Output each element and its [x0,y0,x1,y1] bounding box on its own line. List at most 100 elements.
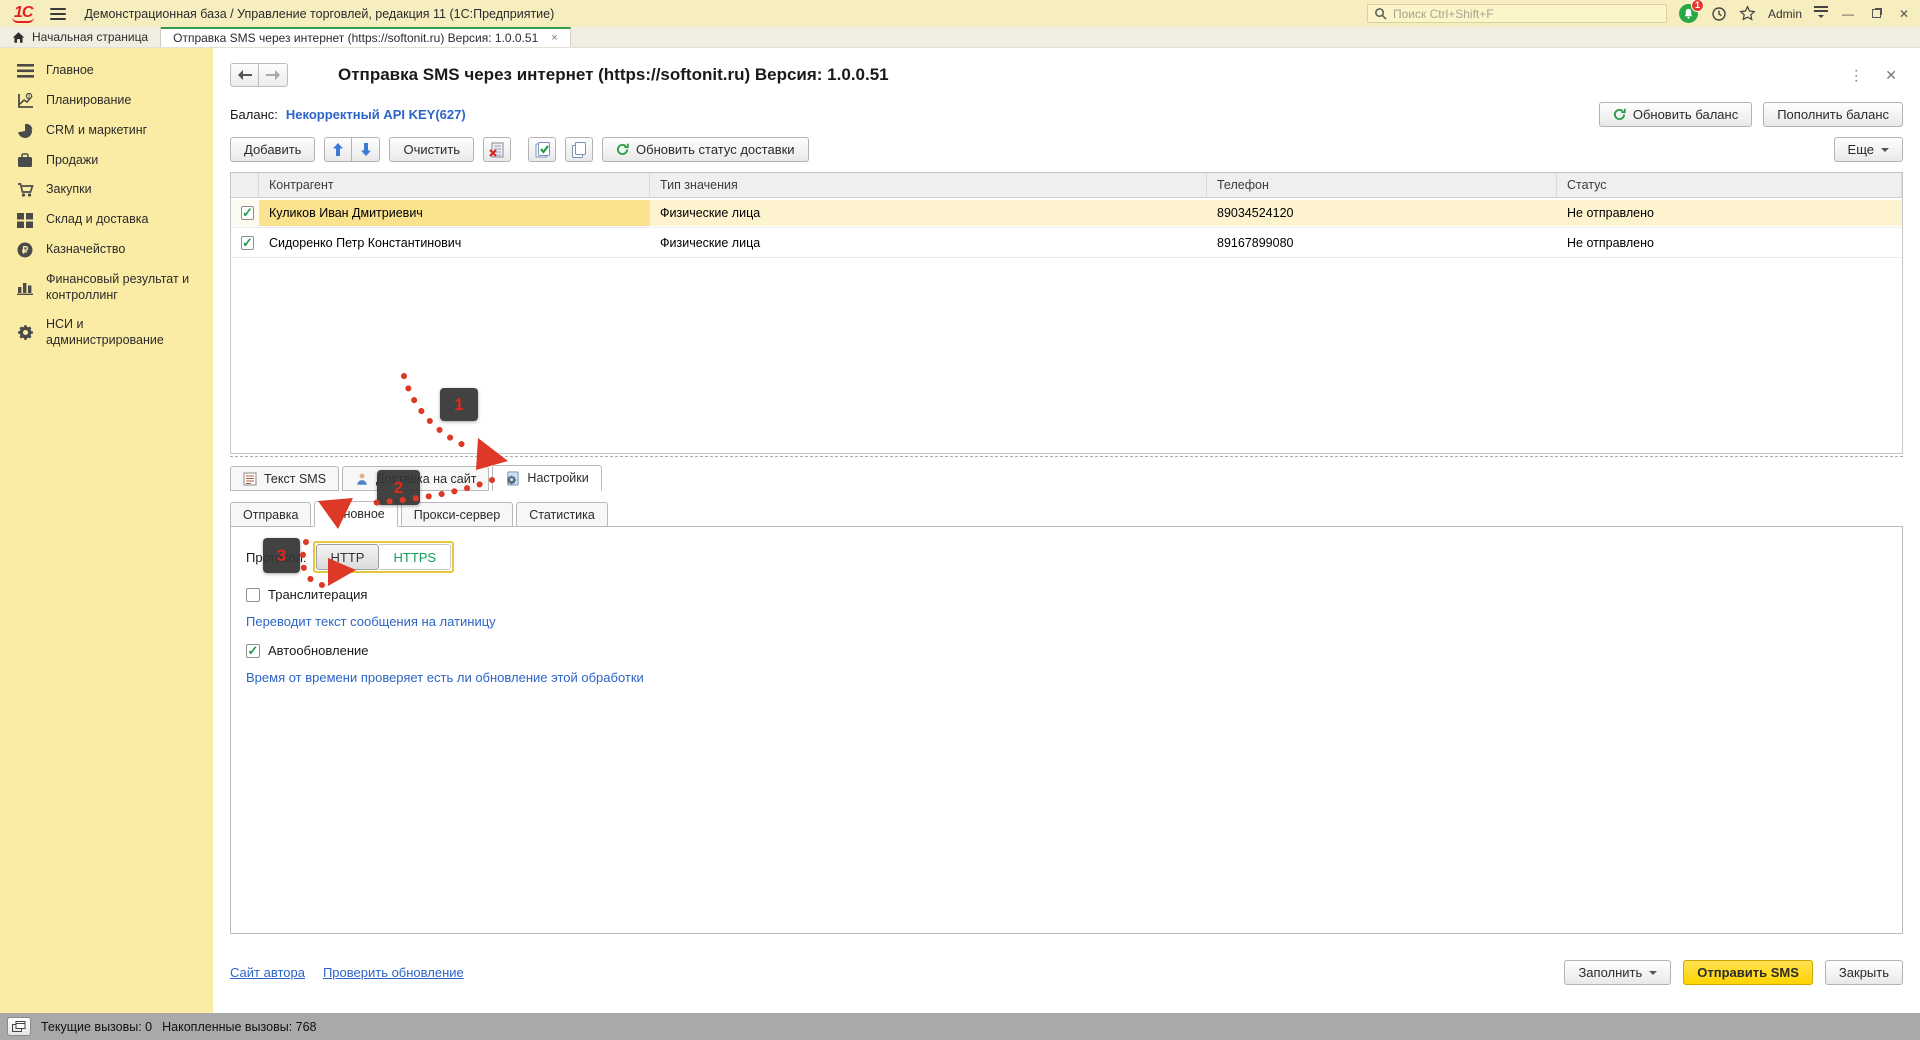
move-up-button[interactable] [324,137,352,162]
grid-icon [16,213,34,228]
cart-icon [16,182,34,198]
sidebar-item-sales[interactable]: Продажи [0,146,213,176]
add-button[interactable]: Добавить [230,137,315,162]
briefcase-icon [16,153,34,168]
tab-home[interactable]: Начальная страница [0,27,161,47]
sidebar-item-crm[interactable]: CRM и маркетинг [0,116,213,146]
service-menu-icon[interactable] [1814,6,1828,21]
check-all-button[interactable] [528,137,556,162]
forward-button[interactable] [259,63,288,87]
minimize-button[interactable]: — [1840,7,1856,21]
sidebar-item-main[interactable]: Главное [0,56,213,86]
autoupdate-hint: Время от времени проверяет есть ли обнов… [246,670,1902,685]
sidebar-item-purchases[interactable]: Закупки [0,175,213,205]
protocol-http-button[interactable]: HTTP [316,544,380,570]
header-checkbox-col [231,173,259,197]
ruble-icon: ₽ [16,242,34,258]
header-value-type[interactable]: Тип значения [650,173,1207,197]
sidebar-item-admin[interactable]: НСИ и администрирование [0,310,213,355]
check-update-link[interactable]: Проверить обновление [323,965,464,980]
move-down-button[interactable] [352,137,380,162]
sidebar-item-finresult[interactable]: Финансовый результат и контроллинг [0,265,213,310]
header-phone[interactable]: Телефон [1207,173,1557,197]
restore-button[interactable] [1868,7,1884,21]
copy-pages-icon [571,142,587,158]
open-windows-tabbar: Начальная страница Отправка SMS через ин… [0,27,1920,48]
author-site-link[interactable]: Сайт автора [230,965,305,980]
transliteration-hint: Переводит текст сообщения на латиницу [246,614,1902,629]
favorites-star-icon[interactable] [1739,5,1756,22]
annotation-step-1: 1 [440,388,478,421]
tab-text-sms[interactable]: Текст SMS [230,466,339,491]
more-menu-icon[interactable]: ⋮ [1849,67,1863,84]
form-tabs: Текст SMS Доставка на сайт Настройки [230,465,1903,491]
main-menu-icon[interactable] [50,8,66,20]
transliteration-checkbox[interactable] [246,588,260,602]
row-checkbox[interactable] [241,206,254,220]
app-title: Демонстрационная база / Управление торго… [84,7,554,21]
splitter-handle[interactable] [230,456,1903,457]
calls-indicator-button[interactable] [7,1017,31,1036]
menu-icon [16,64,34,78]
current-calls: Текущие вызовы: 0 [41,1020,152,1034]
notification-badge: 1 [1691,0,1704,12]
uncheck-all-button[interactable] [565,137,593,162]
close-window-button[interactable]: ✕ [1896,7,1912,21]
global-search-input[interactable]: Поиск Ctrl+Shift+F [1367,4,1667,23]
notifications-button[interactable]: 1 [1679,4,1699,24]
tab-close-icon[interactable]: × [551,32,557,44]
table-row[interactable]: Сидоренко Петр Константинович Физические… [231,228,1902,258]
header-contragent[interactable]: Контрагент [259,173,650,197]
subtab-proxy[interactable]: Прокси-сервер [401,502,513,527]
1c-logo-icon: 1С [12,5,34,23]
send-sms-button[interactable]: Отправить SMS [1683,960,1813,985]
bar-chart-icon [16,280,34,295]
search-placeholder: Поиск Ctrl+Shift+F [1393,7,1494,21]
tab-settings[interactable]: Настройки [492,465,601,491]
table-row[interactable]: Куликов Иван Дмитриевич Физические лица … [231,198,1902,228]
user-name[interactable]: Admin [1768,7,1802,21]
top-bar: 1С Демонстрационная база / Управление то… [0,0,1920,27]
row-checkbox[interactable] [241,236,254,250]
refresh-delivery-status-button[interactable]: Обновить статус доставки [602,137,809,162]
sidebar-item-treasury[interactable]: ₽ Казначейство [0,235,213,265]
close-form-icon[interactable]: ✕ [1885,67,1897,84]
transliteration-label: Транслитерация [268,587,367,602]
person-icon [355,472,369,486]
gear-icon [16,324,34,341]
table-header: Контрагент Тип значения Телефон Статус [231,173,1902,198]
more-button[interactable]: Еще [1834,137,1903,162]
chevron-down-icon [1649,971,1657,979]
autoupdate-label: Автообновление [268,643,369,658]
sections-sidebar: Главное 9 Планирование CRM и маркетинг П… [0,48,213,1013]
annotation-step-2: 2 [377,470,420,505]
delete-rows-button[interactable] [483,137,511,162]
fill-button[interactable]: Заполнить [1564,960,1671,985]
table-delete-icon [489,142,505,158]
planning-chart-icon: 9 [16,93,34,109]
protocol-https-button[interactable]: HTTPS [379,544,451,570]
autoupdate-checkbox[interactable] [246,644,260,658]
history-icon[interactable] [1711,6,1727,22]
status-bar: Текущие вызовы: 0 Накопленные вызовы: 76… [0,1013,1920,1040]
protocol-switch: HTTP HTTPS [313,541,455,573]
arrow-down-icon [360,143,372,156]
subtab-sending[interactable]: Отправка [230,502,311,527]
tab-sms-form[interactable]: Отправка SMS через интернет (https://sof… [161,27,571,47]
refresh-balance-button[interactable]: Обновить баланс [1599,102,1752,127]
accumulated-calls: Накопленные вызовы: 768 [162,1020,316,1034]
settings-panel: Протокол: HTTP HTTPS Транслитерация Пере… [230,526,1903,934]
sidebar-item-warehouse[interactable]: Склад и доставка [0,205,213,235]
clear-button[interactable]: Очистить [389,137,474,162]
back-button[interactable] [230,63,259,87]
close-button[interactable]: Закрыть [1825,960,1903,985]
header-status[interactable]: Статус [1557,173,1902,197]
recipients-table: Контрагент Тип значения Телефон Статус К… [230,172,1903,454]
topup-balance-button[interactable]: Пополнить баланс [1763,102,1903,127]
subtab-statistics[interactable]: Статистика [516,502,608,527]
balance-status-link[interactable]: Некорректный API KEY(627) [286,107,466,122]
svg-text:₽: ₽ [22,245,29,256]
check-flags-icon [534,142,550,158]
windows-icon [12,1021,26,1033]
sidebar-item-planning[interactable]: 9 Планирование [0,86,213,116]
